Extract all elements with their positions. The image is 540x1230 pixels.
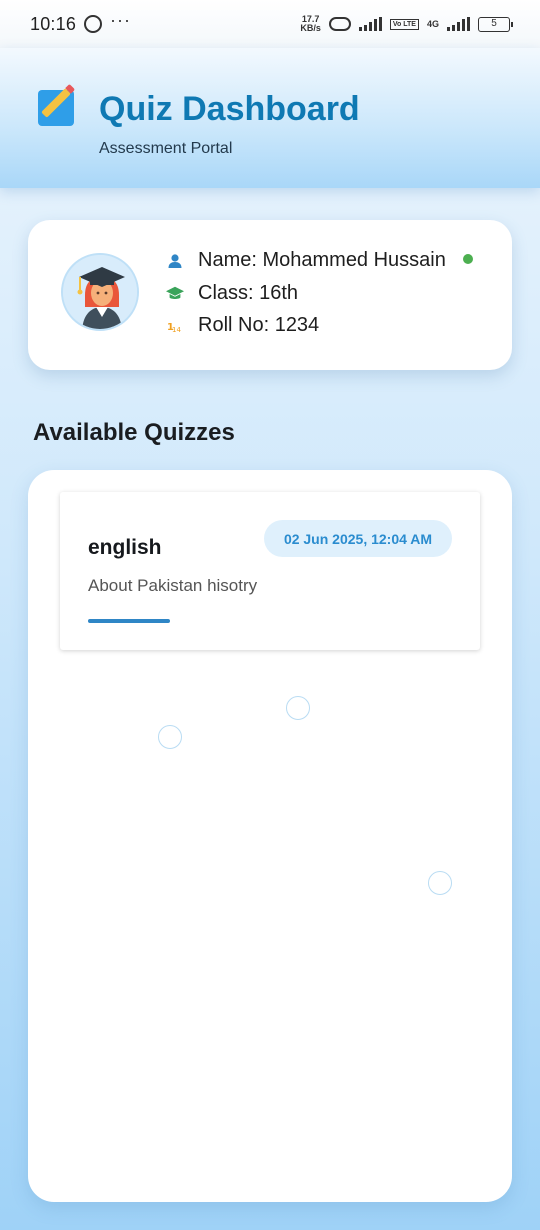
decorative-bubble — [428, 871, 452, 895]
student-name: Name: Mohammed Hussain — [198, 249, 446, 271]
student-avatar — [61, 253, 139, 331]
more-notifications-icon: ··· — [110, 9, 132, 30]
page-title: Quiz Dashboard — [99, 90, 360, 128]
status-right: 17.7 KB/s Vo LTE 4G 5 — [300, 15, 513, 33]
app-header: Quiz Dashboard Assessment Portal — [0, 48, 540, 188]
signal-strength-icon-2 — [447, 17, 470, 31]
quiz-card[interactable]: english 02 Jun 2025, 12:04 AM About Paki… — [60, 492, 480, 650]
student-profile-card: Name: Mohammed Hussain Class: 16th 1 14 R… — [28, 220, 512, 370]
quiz-list-panel: english 02 Jun 2025, 12:04 AM About Paki… — [28, 470, 512, 1202]
hotspot-link-icon — [328, 17, 351, 31]
numbers-icon: 1 14 — [166, 317, 184, 335]
status-bar: 10:16 ··· 17.7 KB/s Vo LTE 4G 5 — [0, 0, 540, 48]
status-time: 10:16 — [30, 13, 77, 34]
quiz-accent-bar — [88, 619, 170, 623]
network-type: 4G — [426, 18, 439, 29]
person-icon — [166, 252, 184, 270]
whatsapp-icon — [84, 15, 103, 33]
quiz-description: About Pakistan hisotry — [88, 576, 258, 595]
student-roll-row: 1 14 Roll No: 1234 — [166, 314, 319, 337]
memo-pencil-icon — [38, 88, 74, 126]
decorative-bubble — [286, 696, 310, 720]
status-left: 10:16 ··· — [30, 10, 131, 35]
volte-badge: Vo LTE — [389, 18, 419, 30]
student-class-row: Class: 16th — [166, 282, 298, 305]
network-speed-unit: KB/s — [300, 23, 321, 33]
network-speed: 17.7 KB/s — [300, 15, 321, 33]
signal-strength-icon — [358, 17, 382, 31]
svg-text:14: 14 — [172, 326, 181, 333]
page-subtitle: Assessment Portal — [99, 140, 233, 157]
online-status-dot — [463, 254, 473, 264]
available-quizzes-heading: Available Quizzes — [33, 419, 235, 446]
quiz-date-badge: 02 Jun 2025, 12:04 AM — [264, 520, 452, 557]
quiz-title: english — [88, 536, 162, 559]
student-roll-number: Roll No: 1234 — [198, 314, 320, 336]
student-name-row: Name: Mohammed Hussain — [166, 249, 446, 272]
decorative-bubble — [158, 725, 182, 749]
battery-icon: 5 — [478, 16, 513, 32]
student-class: Class: 16th — [198, 282, 299, 304]
graduation-cap-icon — [166, 285, 184, 303]
